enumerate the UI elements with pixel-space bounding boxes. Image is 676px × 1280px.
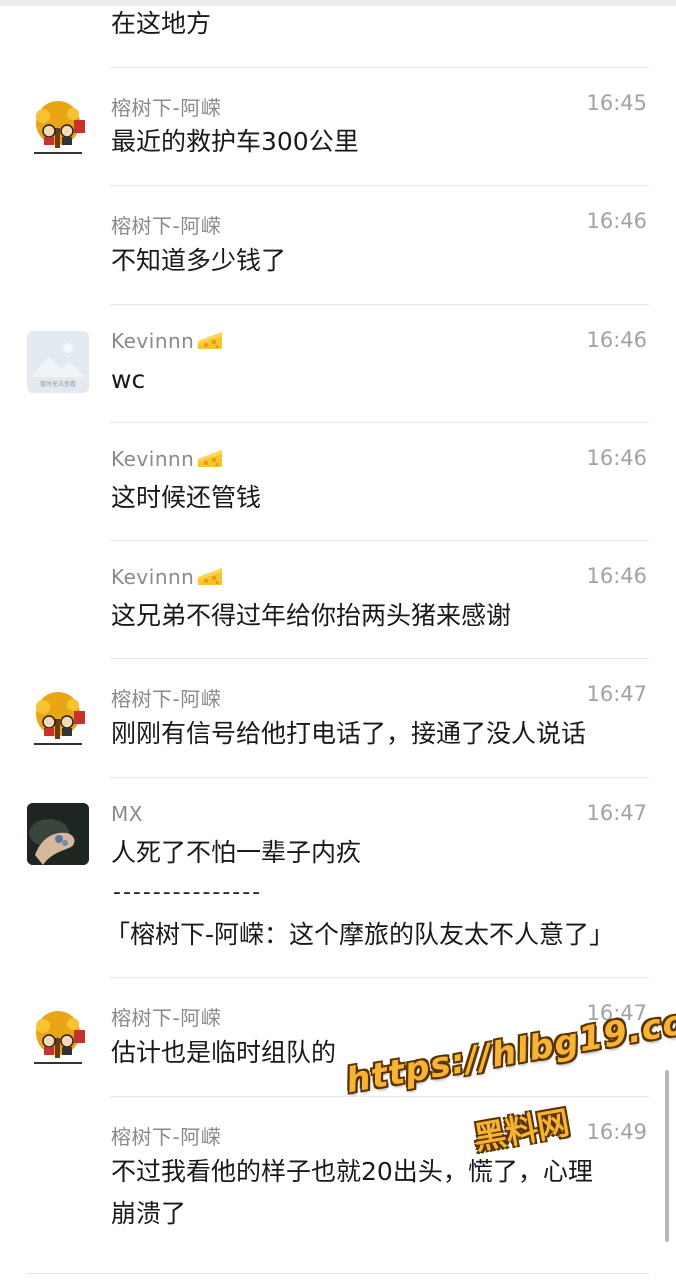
chat-message[interactable]: Kevinnn 16:46 这兄弟不得过年给你抬两头猪来感谢: [0, 541, 676, 659]
message-time: 16:49: [586, 1120, 647, 1144]
avatar-caption: 暂时无法查看: [39, 381, 76, 388]
message-text: 不知道多少钱了: [111, 246, 287, 275]
message-text-line: 崩溃了: [111, 1199, 187, 1228]
sender-name[interactable]: 榕树下-阿嵘: [111, 92, 221, 121]
bottom-divider: [27, 1273, 649, 1274]
cheese-emoji-icon: [198, 332, 223, 349]
sender-name[interactable]: MX: [111, 802, 143, 826]
message-time: 16:47: [586, 682, 647, 706]
placeholder-image-avatar[interactable]: 暂时无法查看: [27, 331, 89, 393]
chat-message[interactable]: Kevinnn 16:46 这时候还管钱: [0, 423, 676, 541]
message-text: wc: [111, 365, 146, 394]
chat-message[interactable]: 榕树下-阿嵘 16:45 最近的救护车300公里: [0, 68, 676, 186]
message-time: 16:46: [586, 446, 647, 470]
message-text: 估计也是临时组队的: [111, 1038, 337, 1067]
sender-name[interactable]: 榕树下-阿嵘: [111, 1121, 221, 1150]
chat-message[interactable]: MX 16:47 人死了不怕一辈子内疚 --------------- 「榕树下…: [0, 778, 676, 978]
quote-divider: ---------------: [113, 880, 263, 905]
chat-message[interactable]: 暂时无法查看 Kevinnn 16:46 wc: [0, 305, 676, 423]
message-text: 最近的救护车300公里: [111, 127, 359, 156]
message-time: 16:45: [586, 91, 647, 115]
message-time: 16:46: [586, 209, 647, 233]
chat-message[interactable]: 榕树下-阿嵘 16:47 刚刚有信号给他打电话了，接通了没人说话: [0, 659, 676, 778]
cheese-emoji-icon: [198, 568, 223, 585]
sender-name[interactable]: Kevinnn: [111, 565, 223, 589]
message-text: 这时候还管钱: [111, 483, 262, 512]
sender-name[interactable]: 榕树下-阿嵘: [111, 683, 221, 712]
message-text: 人死了不怕一辈子内疚: [111, 838, 362, 867]
message-time: 16:46: [586, 564, 647, 588]
message-time: 16:47: [586, 801, 647, 825]
chat-message[interactable]: 在这地方: [0, 0, 676, 68]
scrollbar[interactable]: [665, 1070, 669, 1242]
hand-photo-avatar[interactable]: [27, 803, 89, 865]
chat-message[interactable]: 榕树下-阿嵘 16:46 不知道多少钱了: [0, 186, 676, 305]
chat-message[interactable]: 榕树下-阿嵘 16:49 不过我看他的样子也就20出头，慌了，心理 崩溃了: [0, 1097, 676, 1273]
sender-name[interactable]: 榕树下-阿嵘: [111, 1002, 221, 1031]
message-time: 16:46: [586, 328, 647, 352]
message-text: 这兄弟不得过年给你抬两头猪来感谢: [111, 601, 512, 630]
banyan-avatar[interactable]: [27, 98, 89, 160]
banyan-avatar[interactable]: [27, 1008, 89, 1070]
message-text: 在这地方: [111, 9, 212, 38]
sender-name[interactable]: Kevinnn: [111, 329, 223, 353]
sender-name[interactable]: 榕树下-阿嵘: [111, 210, 221, 239]
quoted-message[interactable]: 「榕树下-阿嵘：这个摩旅的队友太不人意了」: [105, 915, 614, 955]
message-text: 刚刚有信号给他打电话了，接通了没人说话: [111, 719, 587, 748]
sender-name[interactable]: Kevinnn: [111, 447, 223, 471]
cheese-emoji-icon: [198, 450, 223, 467]
banyan-avatar[interactable]: [27, 689, 89, 751]
message-text-line: 不过我看他的样子也就20出头，慌了，心理: [111, 1157, 593, 1186]
